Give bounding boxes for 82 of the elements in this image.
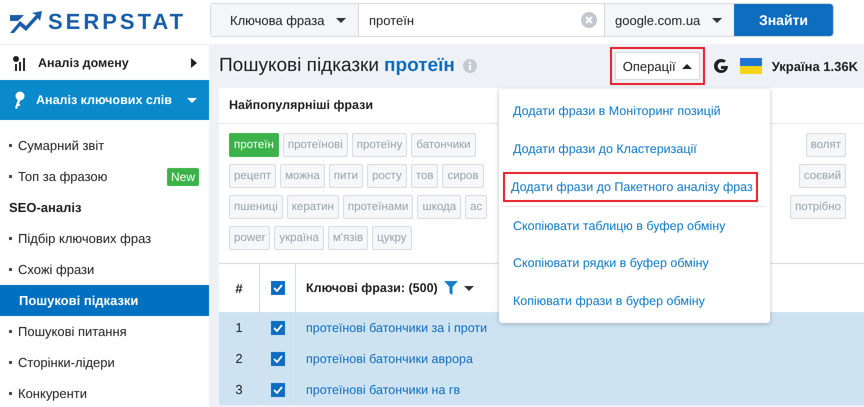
filter-icon[interactable] — [444, 281, 458, 295]
new-badge: New — [166, 168, 199, 186]
caret-icon — [336, 18, 346, 22]
row-number: 3 — [219, 374, 260, 405]
phrase-tag[interactable]: тов — [410, 164, 438, 188]
phrase-tag[interactable]: пити — [328, 164, 364, 188]
phrase-tag[interactable]: ас — [465, 195, 488, 219]
nav-item[interactable]: Підбір ключових фраз — [0, 223, 209, 254]
phrase-tag[interactable]: цукру — [372, 226, 412, 250]
phrase-tag[interactable]: соєвий — [798, 164, 846, 188]
check-icon — [272, 354, 282, 362]
bullet-icon — [9, 330, 12, 333]
g-icon — [712, 57, 730, 75]
operations-button[interactable]: Операції — [614, 52, 700, 80]
bullet-icon — [9, 175, 12, 178]
nav-item[interactable]: Топ за фразою New — [0, 161, 209, 192]
logo-text: SERPSTAT — [48, 8, 186, 36]
sort-caret-icon — [464, 286, 474, 290]
check-icon — [272, 284, 282, 292]
phrase-tag[interactable]: потрібно — [790, 195, 846, 219]
nav-group-item[interactable]: Аналіз ключових слів — [0, 80, 209, 120]
menu-item[interactable]: Додати фрази до Кластеризації — [503, 130, 766, 168]
phrase-tag[interactable]: рецепт — [229, 164, 276, 188]
logo-icon — [10, 11, 42, 33]
bullet-icon — [9, 392, 12, 395]
caret-icon — [682, 64, 692, 68]
phrase-tag[interactable]: power — [229, 226, 270, 250]
search-button[interactable]: Знайти — [734, 4, 833, 36]
phrase-tag[interactable]: протеїнові — [282, 133, 348, 157]
phrase-tag[interactable]: м'язів — [328, 226, 368, 250]
search-type-dropdown[interactable]: Ключова фраза — [211, 4, 359, 36]
section-heading: SEO-аналіз — [8, 199, 82, 217]
region-label: Україна 1.36K — [772, 58, 858, 74]
phrase-tag[interactable]: пшениці — [229, 195, 283, 219]
bullet-icon — [9, 237, 12, 240]
page-title: Пошукові підказки — [219, 55, 379, 77]
nav-item[interactable]: Сторінки-лідери — [0, 347, 209, 378]
table-row[interactable]: 2 протеїнові батончики аврора — [219, 343, 864, 374]
phrase-tag[interactable]: можна — [280, 164, 325, 188]
caret-icon — [191, 58, 197, 68]
phrase-tag[interactable]: росту — [367, 164, 407, 188]
nav-item[interactable]: Пошукові питання — [0, 316, 209, 347]
menu-item[interactable]: Скопіювати рядки в буфер обміну — [503, 244, 766, 282]
phrase-link[interactable]: протеїнові батончики за і проти — [306, 320, 488, 334]
checkbox[interactable] — [270, 281, 284, 295]
menu-item[interactable]: Скопіювати таблицю в буфер обміну — [503, 206, 766, 244]
caret-icon — [712, 18, 722, 22]
phrase-link[interactable]: протеїнові батончики на гв — [306, 382, 460, 396]
menu-item[interactable]: Додати фрази до Пакетного аналізу фраз — [503, 172, 758, 202]
caret-icon — [187, 98, 197, 102]
bullet-icon — [9, 144, 12, 147]
bullet-icon — [9, 268, 12, 271]
nav-item[interactable]: Пошукові підказки — [0, 285, 209, 316]
phrase-link[interactable]: протеїнові батончики аврора — [306, 352, 473, 366]
phrase-tag[interactable]: кератин — [286, 195, 339, 219]
chart-icon — [12, 54, 28, 70]
phrase-tag[interactable]: україна — [274, 226, 324, 250]
nav-item[interactable]: Сумарний звіт — [0, 130, 209, 161]
checkbox[interactable] — [270, 352, 284, 366]
phrase-tag[interactable]: батончики — [411, 133, 476, 157]
phrase-tag[interactable]: протеїнами — [342, 195, 414, 219]
nav-item[interactable]: Конкуренти — [0, 378, 209, 407]
flag-icon — [740, 58, 762, 74]
phrase-tag[interactable]: протеїн — [229, 133, 279, 157]
check-icon — [272, 386, 282, 394]
checkbox[interactable] — [270, 382, 284, 396]
bullet-icon — [9, 361, 12, 364]
info-icon — [462, 59, 477, 73]
checkbox[interactable] — [270, 320, 284, 334]
search-engine-dropdown[interactable]: google.com.ua — [604, 4, 734, 36]
page-keyword: протеїн — [384, 55, 455, 77]
phrase-tag[interactable]: шкода — [417, 195, 462, 219]
phrase-tag[interactable]: протеїну — [352, 133, 408, 157]
nav-group-item[interactable]: Аналіз домену — [0, 45, 209, 80]
table-row[interactable]: 3 протеїнові батончики на гв — [219, 374, 864, 405]
clear-icon — [581, 12, 597, 28]
check-icon — [272, 324, 282, 332]
key-icon — [12, 91, 26, 109]
column-header: Ключові фрази: (500) — [306, 281, 438, 295]
nav-item[interactable]: Схожі фрази — [0, 254, 209, 285]
phrase-tag[interactable]: волят — [806, 133, 846, 157]
phrase-tag[interactable]: сиров — [442, 164, 484, 188]
